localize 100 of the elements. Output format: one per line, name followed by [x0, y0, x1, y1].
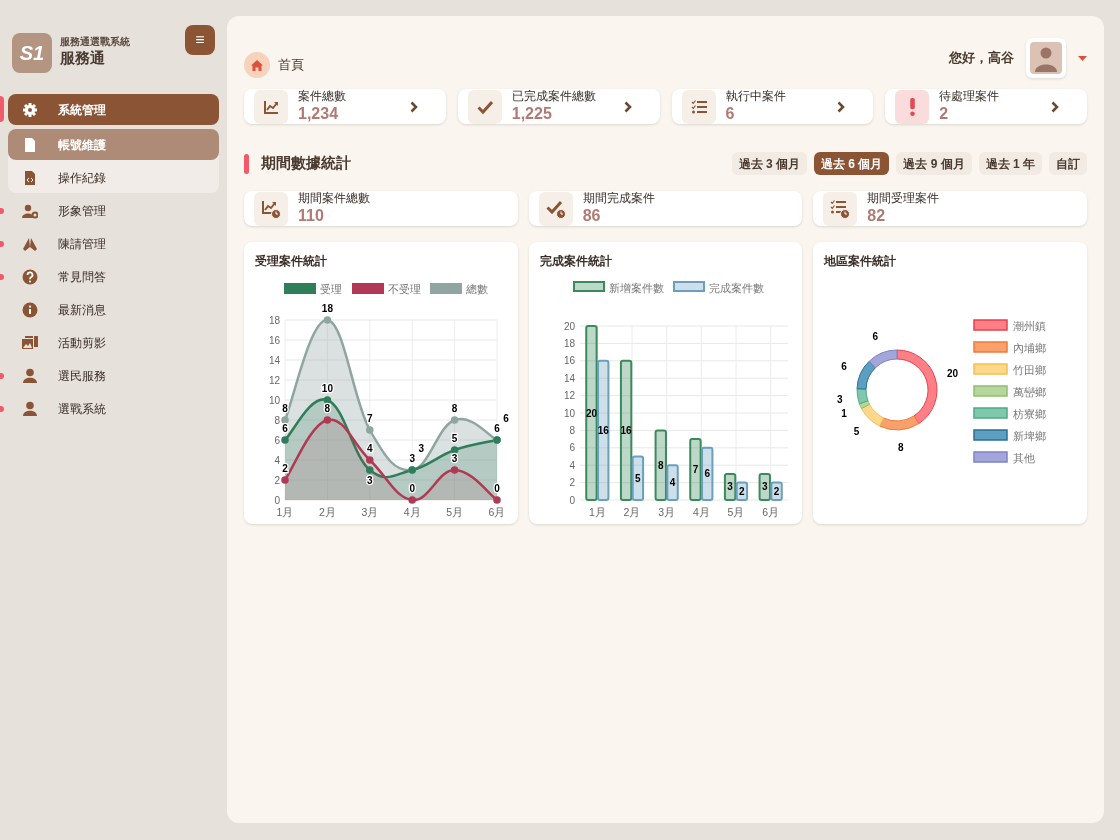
- axis-tick-label: 14: [563, 372, 575, 384]
- data-label: 4: [367, 443, 373, 454]
- data-point: [366, 426, 374, 434]
- data-label: 3: [761, 481, 768, 493]
- chart-title: 完成案件統計: [539, 253, 613, 270]
- axis-tick-label: 5月: [446, 506, 463, 518]
- chart-title: 受理案件統計: [255, 253, 328, 270]
- caret-icon[interactable]: [1078, 55, 1087, 61]
- legend-item[interactable]: 潮州鎮: [973, 319, 1047, 332]
- axis-tick-label: 2月: [319, 506, 336, 518]
- data-label: 8: [657, 459, 664, 471]
- data-point: [366, 456, 374, 464]
- axis-tick-label: 20: [563, 320, 575, 332]
- stat-card[interactable]: 待處理案件 2: [885, 89, 1087, 124]
- stat-card[interactable]: 期間案件總數 110: [244, 191, 518, 226]
- chevron-right-icon[interactable]: [623, 100, 632, 113]
- data-label: 3: [409, 453, 415, 464]
- sidebar-item[interactable]: 陳請管理: [8, 228, 219, 259]
- axis-tick-label: 1月: [276, 506, 294, 518]
- legend-item[interactable]: 受理: [284, 282, 342, 295]
- legend-item[interactable]: 新增案件數: [572, 281, 664, 294]
- chart-title: 地區案件統計: [824, 253, 898, 270]
- stat-card[interactable]: 已完成案件總數 1,225: [457, 89, 660, 124]
- data-label: 0: [409, 483, 415, 494]
- sidebar-item[interactable]: 形象管理: [8, 195, 219, 226]
- chevron-right-icon[interactable]: [409, 100, 418, 113]
- period-tab[interactable]: 自訂: [1049, 152, 1087, 175]
- axis-tick-label: 4: [569, 459, 575, 471]
- data-point: [366, 466, 374, 474]
- data-label: 8: [282, 403, 288, 414]
- legend-item[interactable]: 竹田鄉: [973, 363, 1047, 376]
- user-gear-icon: [22, 202, 38, 219]
- data-label: 4: [669, 477, 675, 489]
- sidebar-item[interactable]: 系統管理: [8, 94, 219, 125]
- stat-value: 2: [939, 104, 950, 124]
- legend-item[interactable]: 總數: [430, 282, 488, 295]
- stat-card[interactable]: 期間完成案件 86: [528, 191, 803, 226]
- stat-card[interactable]: 執行中案件 6: [671, 89, 874, 124]
- axis-tick-label: 3月: [361, 506, 379, 518]
- stat-label: 期間完成案件: [582, 191, 655, 206]
- stat-label: 待處理案件: [939, 89, 1000, 104]
- sidebar-item[interactable]: 選戰系統: [8, 393, 219, 424]
- breadcrumb-link[interactable]: 首頁: [278, 55, 304, 75]
- data-label: 6: [503, 413, 509, 424]
- data-label: 1: [841, 408, 848, 419]
- axis-tick-label: 4月: [403, 506, 421, 518]
- gear-icon: [22, 101, 38, 118]
- axis-tick-label: 18: [563, 337, 575, 349]
- menu-button[interactable]: ≡: [185, 25, 215, 55]
- axis-tick-label: 4月: [692, 506, 710, 518]
- avatar[interactable]: [1026, 38, 1066, 78]
- info-icon: [22, 301, 38, 318]
- sidebar-item[interactable]: 常見問答: [8, 261, 219, 292]
- stat-card[interactable]: 案件總數 1,234: [244, 89, 446, 124]
- axis-tick-label: 12: [268, 374, 280, 386]
- chevron-right-icon[interactable]: [1051, 100, 1059, 113]
- legend-item[interactable]: 萬巒鄉: [973, 385, 1047, 398]
- legend-item[interactable]: 完成案件數: [672, 281, 764, 294]
- stat-card[interactable]: 期間受理案件 82: [813, 191, 1087, 226]
- data-label: 2: [738, 485, 745, 497]
- data-label: 10: [321, 383, 333, 394]
- logo: S1: [12, 33, 52, 73]
- legend-item[interactable]: 內埔鄉: [973, 341, 1047, 354]
- sidebar-item[interactable]: 選民服務: [8, 360, 219, 391]
- chevron-right-icon[interactable]: [837, 100, 846, 113]
- axis-tick-label: 8: [274, 414, 280, 426]
- data-label: 3: [367, 475, 373, 486]
- check-icon: [476, 98, 493, 115]
- check-clock-icon: [545, 198, 566, 219]
- data-label: 5: [854, 426, 860, 438]
- axis-tick-label: 8: [569, 424, 575, 436]
- sidebar-item[interactable]: 活動剪影: [8, 327, 219, 358]
- data-point: [408, 496, 416, 504]
- axis-tick-label: 0: [274, 494, 280, 506]
- home-icon[interactable]: [244, 52, 270, 78]
- axis-tick-label: 5月: [727, 506, 745, 518]
- period-tab[interactable]: 過去 3 個月: [731, 152, 807, 175]
- legend-item[interactable]: 不受理: [352, 282, 421, 295]
- period-tab[interactable]: 過去 9 個月: [896, 152, 972, 175]
- axis-tick-label: 2月: [623, 506, 641, 518]
- data-point: [281, 416, 289, 424]
- submenu-item[interactable]: 操作紀錄: [8, 162, 219, 193]
- stat-label: 期間案件總數: [298, 191, 370, 206]
- legend-item[interactable]: 枋寮鄉: [973, 407, 1047, 420]
- section-marker: [244, 153, 249, 174]
- data-label: 0: [494, 483, 500, 494]
- legend-item[interactable]: 新埤鄉: [973, 429, 1047, 442]
- axis-tick-label: 16: [268, 334, 280, 346]
- period-tab[interactable]: 過去 1 年: [978, 152, 1042, 175]
- code-file-icon: [22, 169, 38, 186]
- data-label: 8: [898, 442, 904, 454]
- legend-label: 潮州鎮: [1013, 319, 1047, 332]
- period-tab[interactable]: 過去 6 個月: [813, 152, 890, 175]
- legend-label: 總數: [465, 282, 488, 295]
- data-label: 5: [634, 472, 641, 484]
- data-label: 7: [692, 464, 698, 476]
- data-point: [450, 416, 459, 424]
- sidebar-item[interactable]: 最新消息: [8, 294, 219, 325]
- axis-tick-label: 18: [268, 314, 280, 326]
- exclamation-icon: [909, 96, 915, 117]
